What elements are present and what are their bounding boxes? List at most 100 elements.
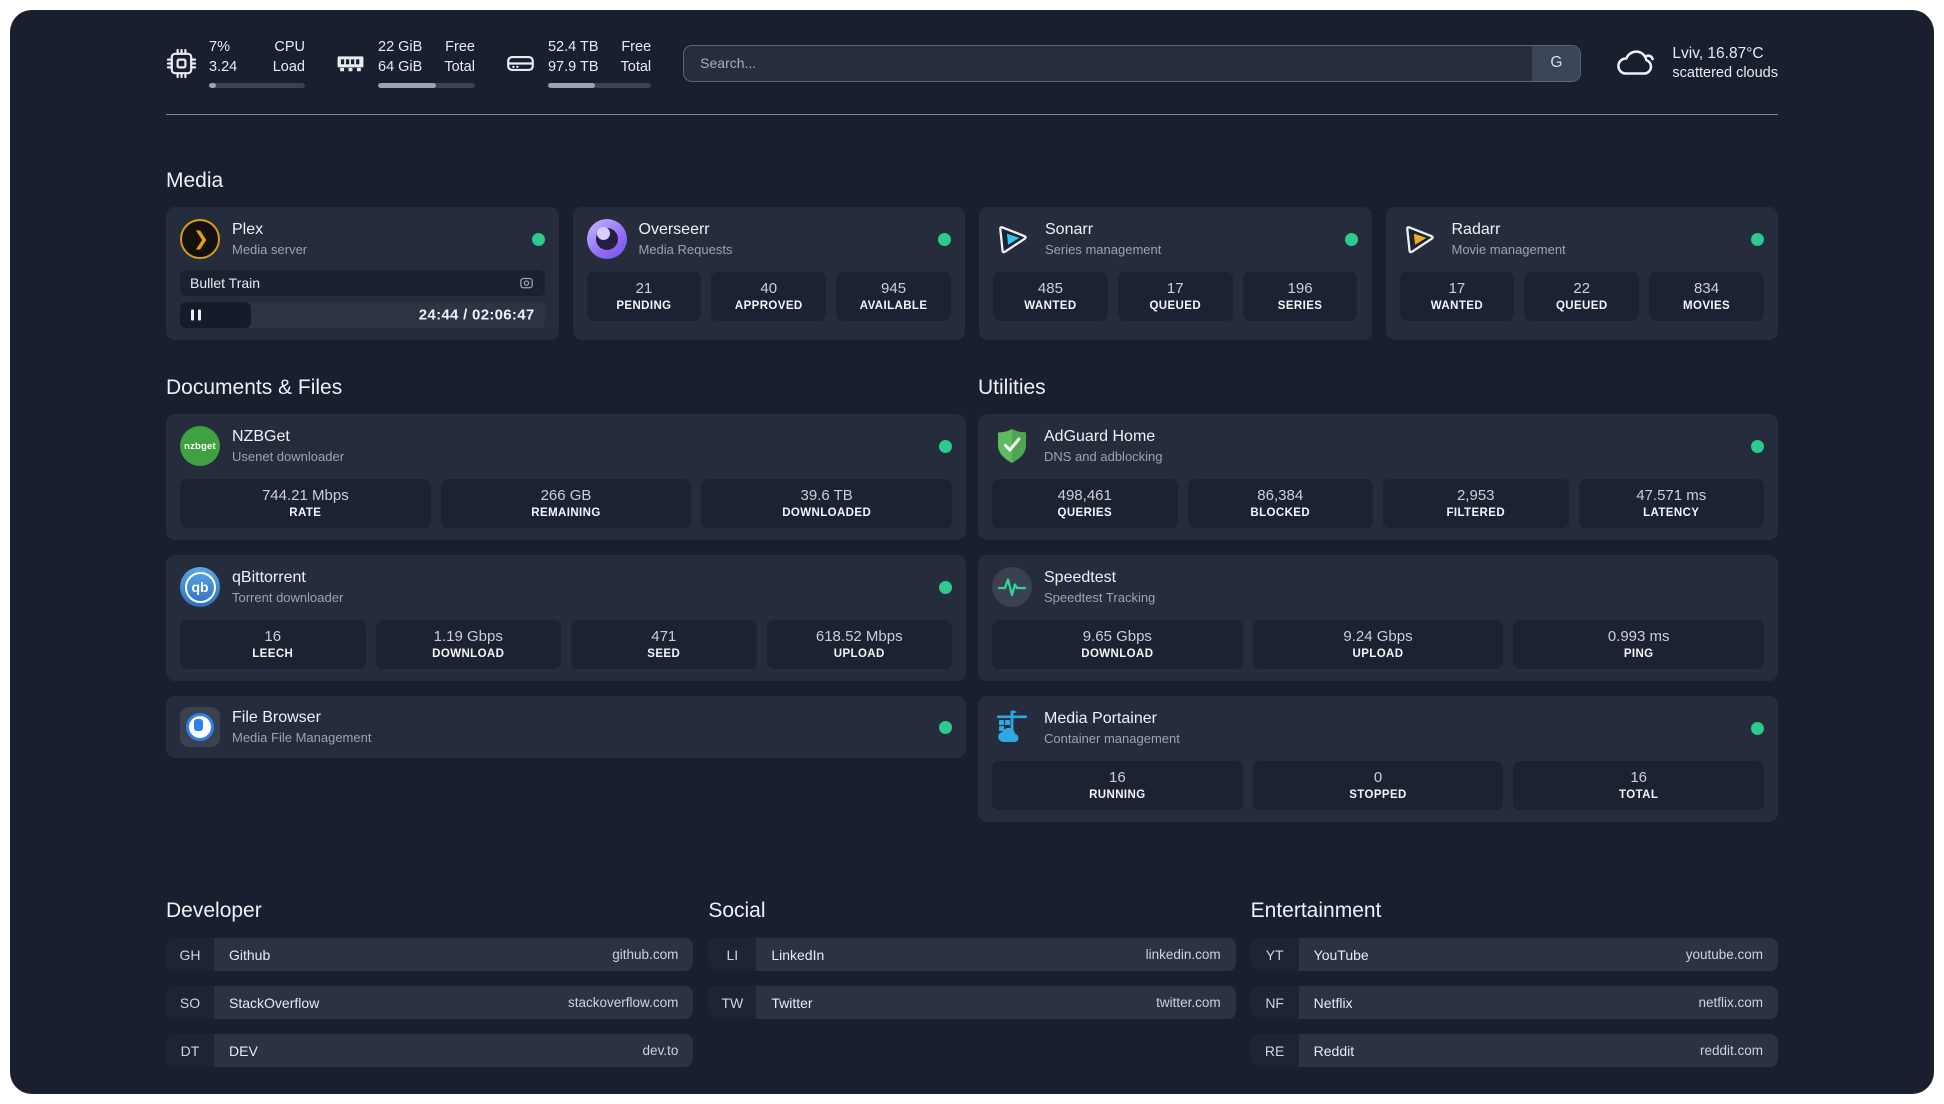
speedtest-icon (992, 567, 1032, 607)
dashboard-window: 7% 3.24 CPU Load 22 GiB 64 GiB Free Tota… (10, 10, 1934, 1094)
link-url: reddit.com (1699, 1043, 1763, 1058)
link-stackoverflow[interactable]: SO StackOverflow stackoverflow.com (166, 986, 694, 1019)
link-youtube[interactable]: YT YouTube youtube.com (1250, 938, 1778, 971)
section-title-entertainment: Entertainment (1250, 899, 1382, 922)
stat-tile: 498,461 QUERIES (992, 479, 1178, 528)
cpu-label: CPU (274, 39, 305, 56)
plex-time-display: 24:44 / 02:06:47 (418, 306, 535, 324)
developer-links: Developer GH Github github.com SO StackO… (166, 899, 694, 1082)
storage-free-label: Free (621, 39, 652, 56)
link-name: Reddit (1313, 1042, 1355, 1059)
nzbget-icon: nzbget (180, 426, 220, 466)
speedtest-subtitle: Speedtest Tracking (1044, 590, 1156, 605)
link-badge: NF (1250, 986, 1299, 1019)
sonarr-subtitle: Series management (1045, 242, 1162, 257)
portainer-title: Media Portainer (1044, 710, 1157, 727)
top-bar: 7% 3.24 CPU Load 22 GiB 64 GiB Free Tota… (166, 36, 1778, 90)
link-name: LinkedIn (771, 946, 825, 963)
stat-tile: 16 LEECH (180, 620, 366, 669)
cloud-icon (1617, 50, 1655, 75)
section-title-media: Media (166, 169, 224, 192)
cpu-chip-icon (166, 48, 197, 78)
portainer-card[interactable]: Media Portainer Container management 16 … (978, 696, 1778, 822)
stat-tile: 16 TOTAL (1513, 761, 1765, 810)
stat-tile: 9.24 Gbps UPLOAD (1252, 620, 1504, 669)
sonarr-card[interactable]: Sonarr Series management 485 WANTED 17 Q… (979, 207, 1372, 340)
filebrowser-status-dot (939, 720, 952, 734)
memory-stat: 22 GiB 64 GiB Free Total (335, 38, 475, 88)
link-badge: RE (1250, 1034, 1299, 1067)
section-title-social: Social (708, 899, 766, 922)
link-netflix[interactable]: NF Netflix netflix.com (1250, 986, 1778, 1019)
adguard-title: AdGuard Home (1044, 428, 1156, 445)
filebrowser-card[interactable]: File Browser Media File Management (166, 696, 966, 758)
radarr-subtitle: Movie management (1451, 242, 1566, 257)
qbittorrent-title: qBittorrent (232, 569, 306, 586)
plex-card[interactable]: ❯ Plex Media server Bullet Train 24:44 /… (166, 207, 559, 340)
stat-tile: 17 WANTED (1399, 272, 1515, 321)
speedtest-card[interactable]: Speedtest Speedtest Tracking 9.65 Gbps D… (978, 555, 1778, 681)
nzbget-card[interactable]: nzbget NZBGet Usenet downloader 744.21 M… (166, 414, 966, 540)
link-name: DEV (229, 1042, 258, 1059)
link-github[interactable]: GH Github github.com (166, 938, 694, 971)
weather-condition: scattered clouds (1672, 65, 1778, 81)
nzbget-subtitle: Usenet downloader (232, 449, 345, 464)
radarr-status-dot (1751, 232, 1764, 246)
link-badge: GH (166, 938, 214, 971)
link-name: Github (229, 946, 271, 963)
overseerr-card[interactable]: Overseerr Media Requests 21 PENDING 40 A… (572, 207, 965, 340)
qbittorrent-card[interactable]: qb qBittorrent Torrent downloader 16 LEE… (166, 555, 966, 681)
link-url: youtube.com (1685, 947, 1763, 962)
storage-progress-bar (547, 82, 652, 88)
stat-tile: 39.6 TB DOWNLOADED (701, 479, 953, 528)
memory-progress-bar (378, 82, 475, 88)
link-dev[interactable]: DT DEV dev.to (166, 1034, 694, 1067)
nzbget-title: NZBGet (232, 428, 290, 445)
storage-free-value: 52.4 TB (547, 39, 599, 56)
memory-free-value: 22 GiB (378, 39, 423, 56)
stat-tile: 744.21 Mbps RATE (180, 479, 431, 528)
stat-tile: 9.65 Gbps DOWNLOAD (992, 620, 1243, 669)
plex-icon: ❯ (180, 219, 220, 259)
stat-tile: 618.52 Mbps UPLOAD (766, 620, 952, 669)
link-twitter[interactable]: TW Twitter twitter.com (708, 986, 1236, 1019)
search-engine-button[interactable]: G (1532, 45, 1581, 81)
stat-tile: 0 STOPPED (1252, 761, 1504, 810)
adguard-card[interactable]: AdGuard Home DNS and adblocking 498,461 … (978, 414, 1778, 540)
stat-tile: 196 SERIES (1242, 272, 1358, 321)
radarr-title: Radarr (1451, 221, 1501, 238)
stat-tile: 266 GB REMAINING (440, 479, 692, 528)
section-title-utilities: Utilities (978, 376, 1046, 399)
plex-now-playing-row: Bullet Train (180, 270, 545, 296)
media-grid: ❯ Plex Media server Bullet Train 24:44 /… (166, 207, 1778, 340)
filebrowser-subtitle: Media File Management (232, 730, 372, 745)
link-name: Twitter (771, 994, 813, 1011)
radarr-card[interactable]: Radarr Movie management 17 WANTED 22 QUE… (1385, 207, 1778, 340)
pause-icon[interactable] (191, 309, 201, 321)
overseerr-status-dot (938, 232, 951, 246)
link-reddit[interactable]: RE Reddit reddit.com (1250, 1034, 1778, 1067)
plex-now-playing-title: Bullet Train (190, 275, 261, 291)
overseerr-icon (586, 219, 627, 259)
cpu-load-label: Load (272, 59, 305, 75)
link-linkedin[interactable]: LI LinkedIn linkedin.com (708, 938, 1236, 971)
search-input[interactable] (684, 45, 1533, 81)
sonarr-icon (999, 226, 1027, 254)
portainer-icon (997, 710, 1027, 742)
stat-tile: 485 WANTED (993, 272, 1108, 321)
stat-tile: 834 MOVIES (1649, 272, 1764, 321)
plex-title: Plex (232, 221, 264, 238)
stat-tile: 86,384 BLOCKED (1187, 479, 1373, 528)
stat-tile: 945 AVAILABLE (836, 272, 951, 321)
section-title-developer: Developer (166, 899, 262, 922)
utilities-column: Utilities AdGuard Home DNS and adblockin… (978, 376, 1778, 837)
stat-tile: 471 SEED (571, 620, 757, 669)
sonarr-status-dot (1344, 232, 1358, 246)
plex-playback-progress: 24:44 / 02:06:47 (180, 302, 545, 328)
adguard-icon (998, 429, 1026, 463)
portainer-status-dot (1751, 721, 1764, 735)
header-divider (166, 114, 1778, 115)
link-badge: SO (166, 986, 214, 1019)
stat-tile: 40 APPROVED (711, 272, 827, 321)
link-badge: YT (1250, 938, 1299, 971)
